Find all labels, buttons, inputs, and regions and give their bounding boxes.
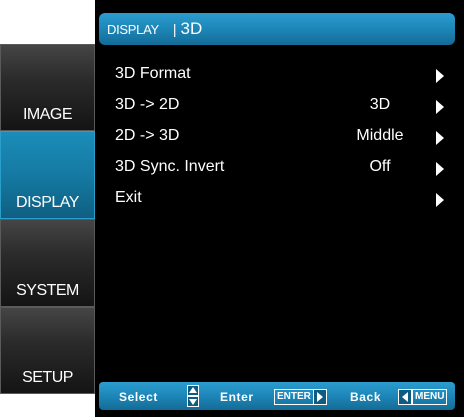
menu-item-3d-sync-invert[interactable]: 3D Sync. Invert Off <box>115 156 455 180</box>
menu-item-value: Off <box>369 158 391 175</box>
tab-image[interactable]: IMAGE <box>0 44 95 131</box>
down-arrow-icon <box>187 396 199 407</box>
menu-item-label: Exit <box>115 189 142 206</box>
menu-panel: DISPLAY | 3D 3D Format 3D -> 2D 3D 2D ->… <box>95 0 464 417</box>
tab-display[interactable]: DISPLAY <box>0 131 95 219</box>
chevron-right-icon[interactable] <box>436 69 444 83</box>
tab-setup[interactable]: SETUP <box>0 307 95 394</box>
menu-header: DISPLAY | 3D <box>99 13 455 45</box>
back-hint-label: Back <box>350 390 382 404</box>
help-bar: Select Enter ENTER Back MENU <box>99 382 455 410</box>
menu-item-label: 3D Format <box>115 65 191 82</box>
select-hint-label: Select <box>119 390 158 404</box>
up-arrow-icon <box>187 385 199 396</box>
tab-display-label: DISPLAY <box>16 194 79 211</box>
chevron-right-icon[interactable] <box>436 131 444 145</box>
tab-setup-label: SETUP <box>22 369 73 386</box>
right-arrow-key-icon <box>313 389 327 405</box>
menu-item-3d-to-2d[interactable]: 3D -> 2D 3D <box>115 94 455 118</box>
menu-item-label: 3D Sync. Invert <box>115 158 225 175</box>
tab-system-label: SYSTEM <box>16 282 79 299</box>
enter-key-icon: ENTER <box>274 389 314 405</box>
chevron-right-icon[interactable] <box>436 100 444 114</box>
chevron-right-icon[interactable] <box>436 193 444 207</box>
header-separator: | <box>172 21 177 37</box>
up-down-arrows-icon <box>187 385 199 407</box>
tab-system[interactable]: SYSTEM <box>0 219 95 307</box>
header-subtitle: 3D <box>180 19 203 38</box>
tab-image-label: IMAGE <box>22 106 73 123</box>
menu-key-icon: MENU <box>412 389 448 405</box>
menu-item-value: 3D <box>369 96 391 113</box>
menu-item-value: Middle <box>356 127 404 144</box>
left-arrow-key-icon <box>398 389 412 405</box>
enter-hint-label: Enter <box>220 390 254 404</box>
menu-item-exit[interactable]: Exit <box>115 187 455 211</box>
menu-item-3d-format[interactable]: 3D Format <box>115 63 455 87</box>
chevron-right-icon[interactable] <box>436 162 444 176</box>
menu-item-label: 2D -> 3D <box>115 127 180 144</box>
header-title: DISPLAY <box>107 21 159 37</box>
menu-item-2d-to-3d[interactable]: 2D -> 3D Middle <box>115 125 455 149</box>
menu-item-label: 3D -> 2D <box>115 96 180 113</box>
